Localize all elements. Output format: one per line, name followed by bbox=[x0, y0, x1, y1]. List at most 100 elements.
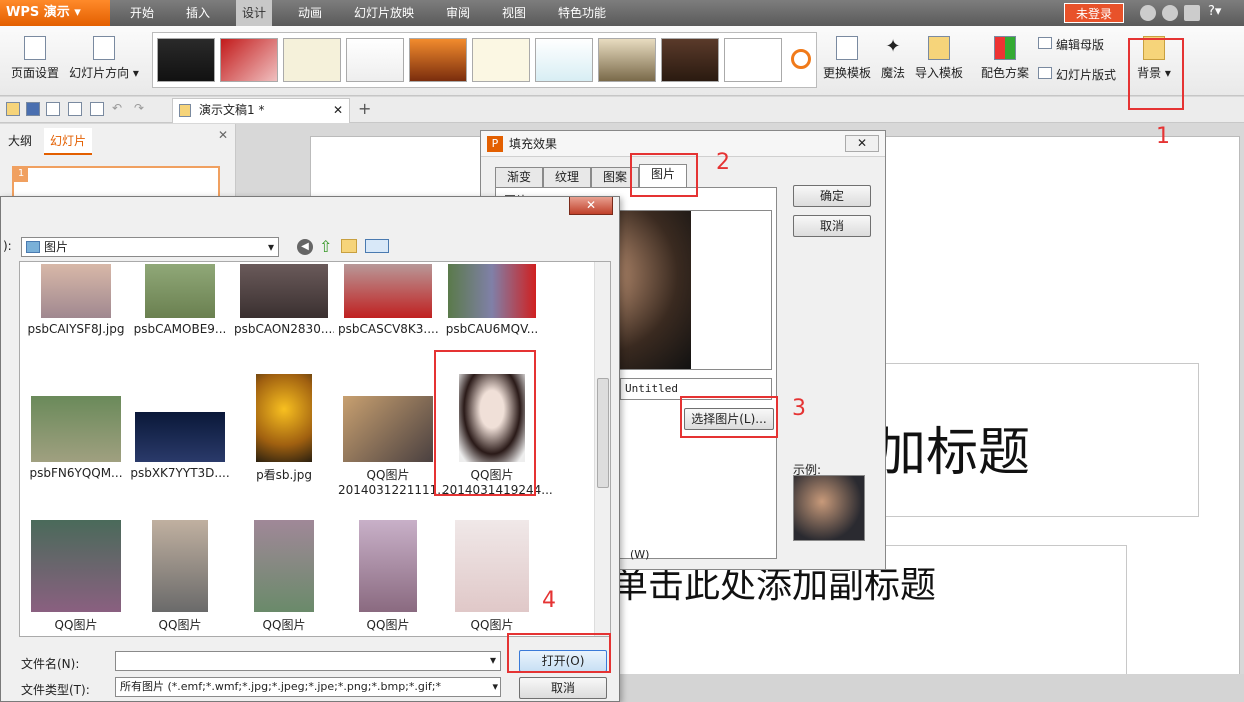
close-icon[interactable]: ✕ bbox=[569, 197, 613, 215]
save-icon[interactable] bbox=[26, 102, 40, 116]
preview-icon[interactable] bbox=[90, 102, 104, 116]
export-pdf-icon[interactable] bbox=[46, 102, 60, 116]
annotation-box-open bbox=[507, 633, 611, 673]
file-item[interactable]: psbFN6YQQM... bbox=[26, 396, 126, 480]
up-folder-icon[interactable]: ⇧ bbox=[319, 237, 332, 256]
page-setup-button[interactable]: 页面设置 bbox=[8, 36, 62, 81]
close-panel-icon[interactable]: ✕ bbox=[218, 128, 228, 142]
annotation-box-choose bbox=[680, 396, 778, 438]
refresh-icon[interactable] bbox=[791, 49, 811, 69]
sample-preview bbox=[793, 475, 865, 541]
chevron-down-icon: ▾ bbox=[267, 240, 274, 254]
annotation-box-file bbox=[434, 350, 536, 496]
undo-icon[interactable]: ↶ bbox=[112, 101, 122, 115]
open-icon[interactable] bbox=[6, 102, 20, 116]
login-button[interactable]: 未登录 bbox=[1064, 3, 1124, 23]
menu-design[interactable]: 设计 bbox=[236, 0, 273, 26]
menu-review[interactable]: 审阅 bbox=[446, 0, 470, 26]
file-item[interactable]: psbXK7YYT3D.... bbox=[130, 396, 230, 480]
import-template-button[interactable]: 导入模板 bbox=[912, 36, 966, 81]
print-icon[interactable] bbox=[68, 102, 82, 116]
master-icon bbox=[1038, 37, 1052, 49]
sync-icon[interactable] bbox=[1162, 5, 1178, 21]
file-item[interactable]: QQ图片 bbox=[26, 520, 126, 633]
file-item[interactable]: QQ图片 bbox=[442, 520, 542, 633]
file-item[interactable]: psbCAMOBE9... bbox=[130, 264, 230, 336]
menu-insert[interactable]: 插入 bbox=[186, 0, 210, 26]
orientation-button[interactable]: 幻灯片方向 ▾ bbox=[66, 36, 142, 81]
document-tab[interactable]: 演示文稿1 * ✕ bbox=[172, 98, 350, 123]
tab-texture[interactable]: 纹理 bbox=[543, 167, 591, 187]
menu-slideshow[interactable]: 幻灯片放映 bbox=[354, 0, 414, 26]
view-menu-icon[interactable] bbox=[365, 239, 389, 253]
template-thumb[interactable] bbox=[157, 38, 215, 82]
close-tab-icon[interactable]: ✕ bbox=[333, 99, 343, 122]
menu-animation[interactable]: 动画 bbox=[298, 0, 322, 26]
file-item[interactable]: QQ图片 bbox=[130, 520, 230, 633]
ribbon: 页面设置 幻灯片方向 ▾ 更换模板 ✦ 魔法 导入模板 配色方案 编辑母版 幻灯… bbox=[0, 26, 1244, 96]
template-thumb[interactable] bbox=[535, 38, 593, 82]
filename-input[interactable]: ▾ bbox=[115, 651, 501, 671]
scrollbar[interactable] bbox=[594, 262, 610, 636]
file-item[interactable]: QQ图片 bbox=[234, 520, 334, 633]
edit-master-button[interactable]: 编辑母版 bbox=[1038, 36, 1104, 53]
new-folder-icon[interactable] bbox=[341, 239, 357, 253]
cloud-icon[interactable] bbox=[1140, 5, 1156, 21]
ok-button[interactable]: 确定 bbox=[793, 185, 871, 207]
annotation-box-picture-tab bbox=[630, 153, 698, 197]
file-item[interactable]: psbCAON2830.... bbox=[234, 264, 334, 336]
file-item[interactable]: QQ图片 2014031221111... bbox=[338, 396, 449, 497]
annotation-number: 4 bbox=[542, 588, 556, 613]
status-bar bbox=[620, 674, 1244, 702]
close-icon[interactable]: ✕ bbox=[845, 135, 879, 152]
slide-layout-button[interactable]: 幻灯片版式 bbox=[1038, 66, 1116, 83]
template-thumb[interactable] bbox=[724, 38, 782, 82]
filetype-label: 文件类型(T): bbox=[21, 683, 90, 697]
filetype-dropdown[interactable]: 所有图片 (*.emf;*.wmf;*.jpg;*.jpeg;*.jpe;*.p… bbox=[115, 677, 501, 697]
tab-gradient[interactable]: 渐变 bbox=[495, 167, 543, 187]
back-icon[interactable]: ◀ bbox=[297, 239, 313, 255]
color-scheme-icon bbox=[994, 36, 1016, 60]
file-item[interactable]: QQ图片 bbox=[338, 520, 438, 633]
menu-features[interactable]: 特色功能 bbox=[558, 0, 606, 26]
import-icon bbox=[928, 36, 950, 60]
template-thumb[interactable] bbox=[283, 38, 341, 82]
app-menu-button[interactable]: WPS 演示 ▾ bbox=[0, 0, 110, 26]
color-scheme-button[interactable]: 配色方案 bbox=[978, 36, 1032, 81]
file-item[interactable]: p看sb.jpg bbox=[234, 374, 334, 483]
menu-view[interactable]: 视图 bbox=[502, 0, 526, 26]
cancel-button[interactable]: 取消 bbox=[519, 677, 607, 699]
chevron-down-icon: ▾ bbox=[490, 678, 498, 696]
layout-icon bbox=[1038, 67, 1052, 79]
change-template-button[interactable]: 更换模板 bbox=[820, 36, 874, 81]
magic-button[interactable]: ✦ 魔法 bbox=[878, 36, 908, 81]
template-gallery bbox=[152, 32, 817, 88]
annotation-number: 3 bbox=[792, 396, 806, 421]
location-label: ): bbox=[3, 239, 12, 253]
scrollbar-thumb[interactable] bbox=[597, 378, 609, 488]
skin-icon[interactable] bbox=[1184, 5, 1200, 21]
template-thumb[interactable] bbox=[472, 38, 530, 82]
cancel-button[interactable]: 取消 bbox=[793, 215, 871, 237]
annotation-box-background bbox=[1128, 38, 1184, 110]
menu-home[interactable]: 开始 bbox=[130, 0, 154, 26]
redo-icon[interactable]: ↷ bbox=[134, 101, 144, 115]
tab-slides[interactable]: 幻灯片 bbox=[44, 128, 93, 155]
template-thumb[interactable] bbox=[409, 38, 467, 82]
file-item[interactable]: psbCASCV8K3.... bbox=[338, 264, 438, 336]
help-icon[interactable]: ?▾ bbox=[1208, 4, 1221, 19]
filename-label: 文件名(N): bbox=[21, 657, 80, 671]
location-dropdown[interactable]: 图片 ▾ bbox=[21, 237, 279, 257]
file-item[interactable]: psbCAIYSF8J.jpg bbox=[26, 264, 126, 336]
magic-wand-icon: ✦ bbox=[885, 36, 901, 57]
tab-outline[interactable]: 大纲 bbox=[8, 132, 32, 149]
template-thumb[interactable] bbox=[598, 38, 656, 82]
template-icon bbox=[836, 36, 858, 60]
template-thumb[interactable] bbox=[661, 38, 719, 82]
new-tab-icon[interactable]: + bbox=[358, 99, 371, 118]
template-thumb[interactable] bbox=[220, 38, 278, 82]
wps-logo-icon: P bbox=[487, 136, 503, 152]
template-thumb[interactable] bbox=[346, 38, 404, 82]
slide-number: 1 bbox=[14, 168, 28, 182]
file-item[interactable]: psbCAU6MQV... bbox=[442, 264, 542, 336]
